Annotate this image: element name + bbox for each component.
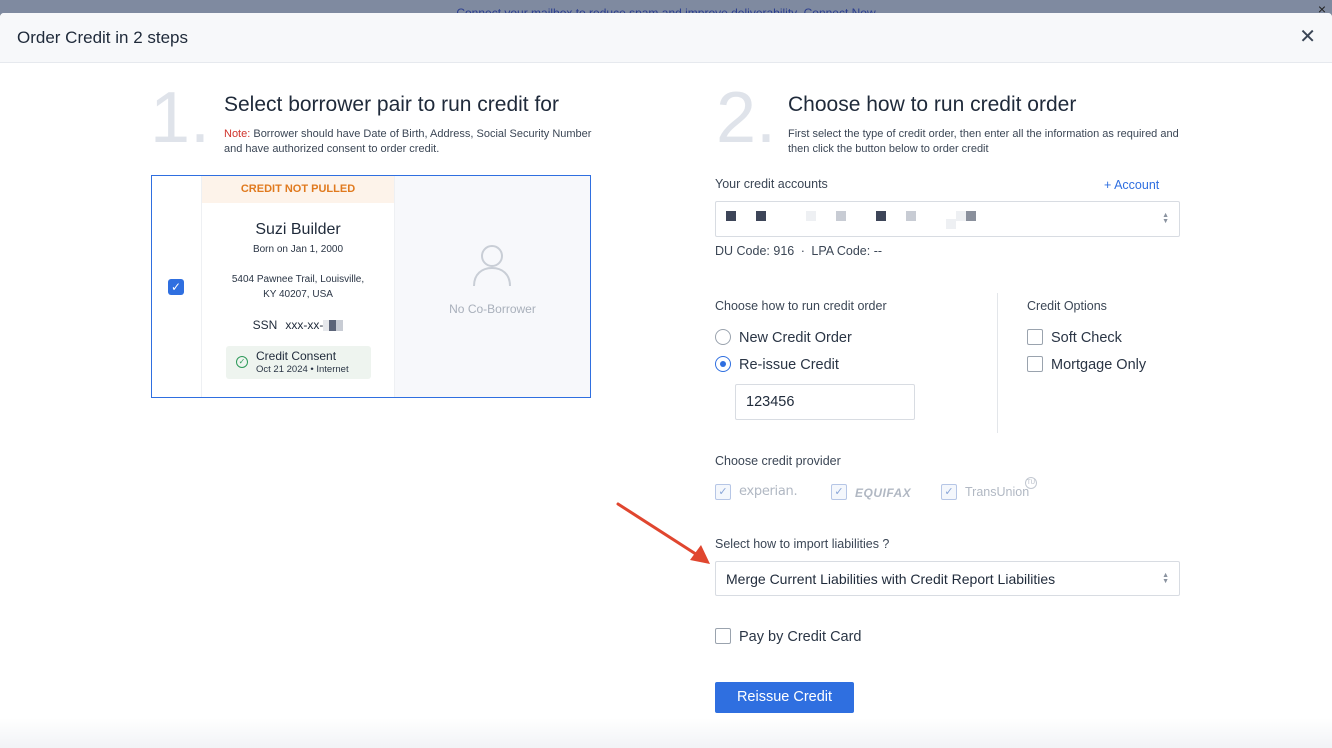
consent-title: Credit Consent	[256, 349, 337, 363]
step-2-number: 2.	[716, 78, 777, 158]
mortgage-only-label[interactable]: Mortgage Only	[1051, 357, 1146, 373]
step-1-note: Note: Borrower should have Date of Birth…	[224, 127, 594, 157]
consent-detail: Oct 21 2024 • Internet	[256, 364, 349, 375]
redacted-block	[876, 211, 886, 221]
credit-account-select[interactable]: ▲ ▼	[715, 201, 1180, 237]
reissue-credit-button[interactable]: Reissue Credit	[715, 682, 854, 713]
credit-accounts-label: Your credit accounts	[715, 177, 828, 191]
soft-check-label[interactable]: Soft Check	[1051, 330, 1122, 346]
liabilities-select[interactable]: Merge Current Liabilities with Credit Re…	[715, 561, 1180, 596]
redacted-block	[836, 211, 846, 221]
credit-provider-label: Choose credit provider	[715, 454, 841, 468]
borrower-pair-card[interactable]: ✓ CREDIT NOT PULLED Suzi Builder Born on…	[151, 175, 591, 398]
reissue-credit-label[interactable]: Re-issue Credit	[739, 357, 839, 373]
redacted-block	[956, 211, 966, 221]
options-divider	[997, 293, 998, 433]
redacted-block	[726, 211, 736, 221]
borrower-details: CREDIT NOT PULLED Suzi Builder Born on J…	[201, 176, 395, 397]
redacted-block	[806, 211, 816, 221]
transunion-checkbox: ✓	[941, 484, 957, 500]
add-account-link[interactable]: + Account	[1104, 178, 1159, 192]
mortgage-only-checkbox[interactable]	[1027, 356, 1043, 372]
reissue-credit-radio[interactable]	[715, 356, 731, 372]
borrower-dob: Born on Jan 1, 2000	[252, 244, 344, 255]
person-icon	[473, 245, 511, 287]
ssn-value: xxx-xx-	[285, 318, 324, 332]
step-2-title: Choose how to run credit order	[788, 93, 1077, 116]
lpa-code-value: --	[873, 244, 883, 258]
experian-logo: experian.	[739, 484, 798, 499]
select-arrows-icon: ▲ ▼	[1162, 571, 1169, 585]
close-icon[interactable]: ✕	[1299, 26, 1316, 48]
co-borrower-slot: No Co-Borrower	[395, 176, 590, 397]
modal-title: Order Credit in 2 steps	[17, 28, 189, 47]
pay-by-credit-card-checkbox[interactable]	[715, 628, 731, 644]
borrower-name: Suzi Builder	[255, 221, 341, 238]
lpa-code-label: LPA Code:	[811, 244, 871, 258]
du-code-value: 916	[773, 244, 795, 258]
modal-header: Order Credit in 2 steps ✕	[0, 13, 1332, 63]
redacted-block	[906, 211, 916, 221]
new-credit-order-label[interactable]: New Credit Order	[739, 330, 852, 346]
notification-banner: Connect your mailbox to reduce spam and …	[0, 0, 1332, 14]
check-circle-icon: ✓	[236, 356, 248, 368]
note-label: Note:	[224, 128, 251, 140]
liabilities-selected-value: Merge Current Liabilities with Credit Re…	[726, 571, 1056, 587]
ssn-redacted	[323, 320, 344, 332]
pay-by-credit-card-label[interactable]: Pay by Credit Card	[739, 629, 862, 645]
credit-options-label: Credit Options	[1027, 299, 1107, 313]
address-line-2: KY 40207, USA	[263, 289, 333, 300]
reissue-reference-input[interactable]: 123456	[735, 384, 915, 420]
order-type-label: Choose how to run credit order	[715, 299, 887, 313]
redacted-block	[756, 211, 766, 221]
ssn-label: SSN	[252, 318, 278, 332]
experian-checkbox: ✓	[715, 484, 731, 500]
borrower-select-column: ✓	[152, 176, 201, 397]
address-line-1: 5404 Pawnee Trail, Louisville,	[231, 274, 365, 285]
du-lpa-codes: DU Code: 916 · LPA Code: --	[715, 244, 883, 258]
annotation-arrow-icon	[616, 502, 710, 564]
credit-status-badge: CREDIT NOT PULLED	[202, 176, 394, 203]
step-1-title: Select borrower pair to run credit for	[224, 93, 559, 116]
step-2-description: First select the type of credit order, t…	[788, 128, 1179, 155]
redacted-block	[966, 211, 976, 221]
equifax-logo: EQUIFAX	[855, 486, 912, 500]
redacted-block	[946, 219, 956, 229]
borrower-select-checkbox[interactable]: ✓	[168, 279, 184, 295]
step-1-number: 1.	[150, 78, 211, 158]
no-co-borrower-label: No Co-Borrower	[449, 302, 536, 316]
transunion-logo: TransUnion	[965, 485, 1030, 499]
note-text: Borrower should have Date of Birth, Addr…	[224, 128, 592, 155]
credit-consent-badge: ✓ Credit Consent Oct 21 2024 • Internet	[226, 346, 371, 379]
liabilities-label: Select how to import liabilities ?	[715, 537, 890, 551]
new-credit-order-radio[interactable]	[715, 329, 731, 345]
du-code-label: DU Code:	[715, 244, 770, 258]
equifax-checkbox: ✓	[831, 484, 847, 500]
borrower-address: 5404 Pawnee Trail, Louisville, KY 40207,…	[202, 272, 394, 302]
borrower-ssn: SSN xxx-xx-	[202, 318, 394, 332]
soft-check-checkbox[interactable]	[1027, 329, 1043, 345]
transunion-mark-icon: TU	[1025, 477, 1037, 489]
select-arrows-icon: ▲ ▼	[1162, 212, 1169, 225]
